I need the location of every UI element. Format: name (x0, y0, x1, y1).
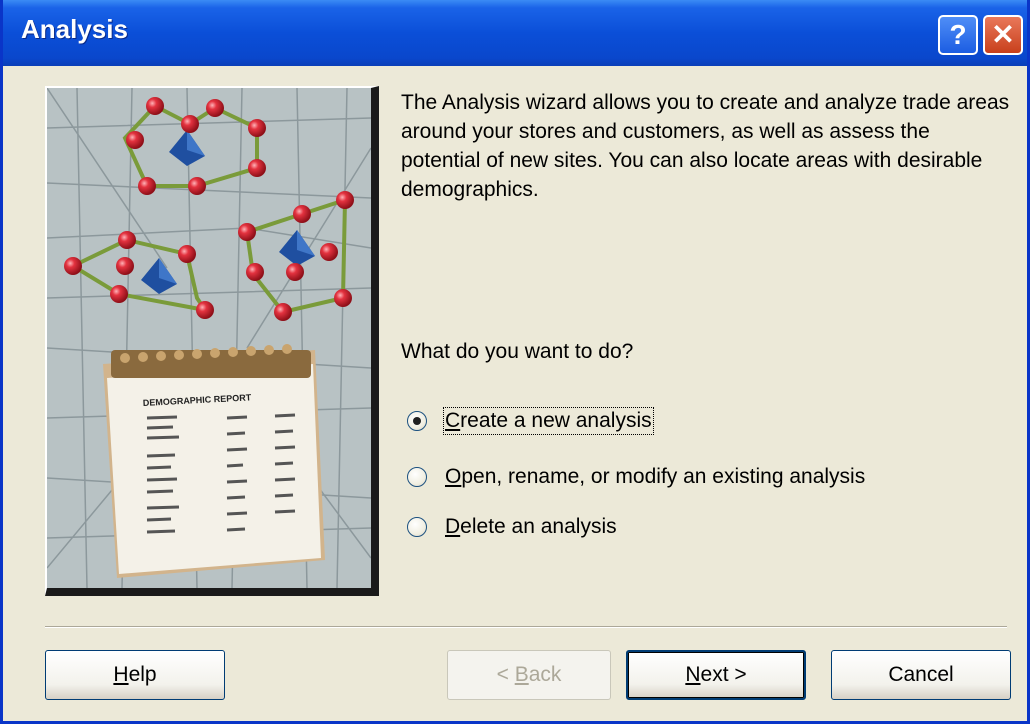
option-label: Create a new analysis (443, 407, 654, 435)
radio-unselected-icon[interactable] (407, 467, 427, 487)
help-title-button[interactable]: ? (938, 15, 978, 55)
wizard-description: The Analysis wizard allows you to create… (401, 91, 1010, 201)
title-bar[interactable]: Analysis ? ✕ (3, 0, 1027, 66)
option-label: Open, rename, or modify an existing anal… (445, 465, 866, 488)
question-mark-icon: ? (949, 19, 967, 50)
help-button[interactable]: Help (45, 650, 225, 700)
back-button[interactable]: < Back (447, 650, 611, 700)
close-icon: ✕ (991, 19, 1015, 50)
demographic-report-icon: DEMOGRAPHIC REPORT (103, 344, 325, 578)
option-open-rename-modify[interactable]: Open, rename, or modify an existing anal… (407, 462, 865, 492)
trade-area-map-illustration: DEMOGRAPHIC REPORT (47, 88, 371, 588)
radio-unselected-icon[interactable] (407, 517, 427, 537)
wizard-illustration: DEMOGRAPHIC REPORT (45, 86, 379, 596)
option-create-analysis[interactable]: Create a new analysis (407, 406, 654, 436)
radio-selected-icon[interactable] (407, 411, 427, 431)
analysis-dialog: Analysis ? ✕ DEMOGRAPHIC REPORT The Anal… (0, 0, 1030, 724)
option-delete-analysis[interactable]: Delete an analysis (407, 512, 617, 542)
option-label: Delete an analysis (445, 515, 617, 538)
cancel-button[interactable]: Cancel (831, 650, 1011, 700)
next-button[interactable]: Next > (626, 650, 806, 700)
close-button[interactable]: ✕ (983, 15, 1023, 55)
window-title: Analysis (21, 14, 128, 44)
button-separator (45, 626, 1007, 628)
question-label: What do you want to do? (401, 340, 634, 363)
